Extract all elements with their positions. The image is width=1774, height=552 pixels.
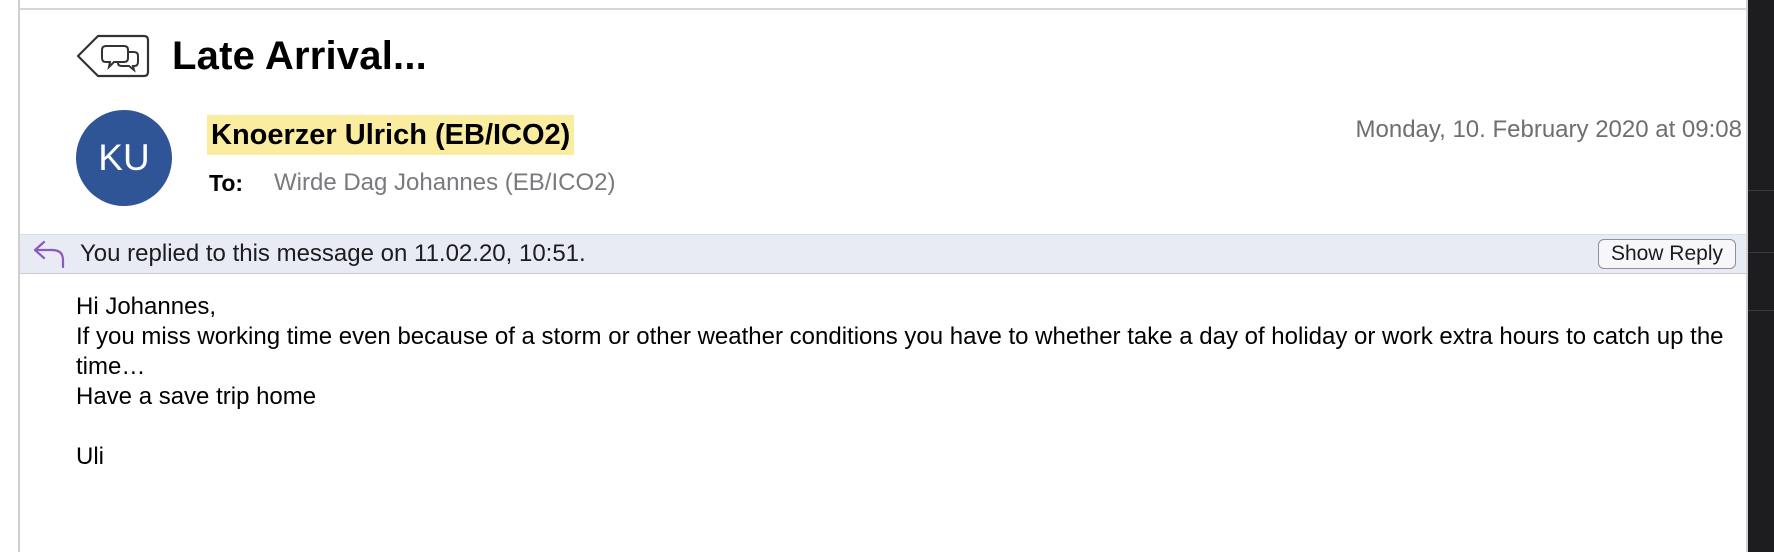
body-signature: Uli: [76, 443, 104, 470]
body-closing: Have a save trip home: [76, 383, 317, 410]
message-date: Monday, 10. February 2020 at 09:08: [1355, 116, 1742, 143]
body-blank-line: [76, 412, 1736, 442]
replied-info-text: You replied to this message on 11.02.20,…: [80, 240, 586, 267]
message-body: Hi Johannes, If you miss working time ev…: [76, 292, 1736, 472]
sender-avatar[interactable]: KU: [76, 110, 172, 206]
adjacent-divider: [1748, 310, 1774, 311]
mail-reading-pane: Late Arrival... KU Knoerzer Ulrich (EB/I…: [0, 0, 1774, 552]
show-reply-button[interactable]: Show Reply: [1597, 239, 1736, 269]
subject-row: Late Arrival...: [76, 30, 427, 82]
conversation-bubbles-icon[interactable]: [76, 34, 150, 78]
recipient-name[interactable]: Wirde Dag Johannes (EB/ICO2): [274, 169, 615, 197]
body-greeting: Hi Johannes,: [76, 293, 217, 320]
pane-top-border: [20, 8, 1746, 10]
pane-left-border: [18, 0, 20, 552]
message-subject: Late Arrival...: [172, 33, 427, 78]
replied-info-banner: You replied to this message on 11.02.20,…: [20, 234, 1746, 274]
adjacent-divider: [1748, 190, 1774, 191]
adjacent-divider: [1748, 252, 1774, 253]
to-label: To:: [209, 170, 244, 196]
adjacent-window-edge: [1748, 0, 1774, 552]
reply-arrow-icon: [33, 240, 65, 269]
body-paragraph: If you miss working time even because of…: [76, 323, 1724, 380]
sender-name[interactable]: Knoerzer Ulrich (EB/ICO2): [207, 115, 575, 155]
